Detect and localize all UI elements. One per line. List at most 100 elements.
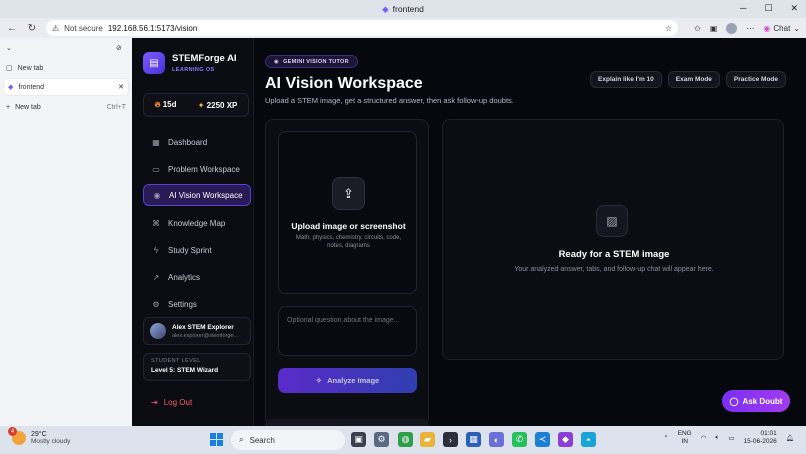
collections-icon[interactable]: ▣ <box>710 24 718 33</box>
not-secure-label: Not secure <box>64 23 103 33</box>
student-level-card: STUDENT LEVEL Level 5: STEM Wizard <box>143 353 251 381</box>
battery-icon[interactable]: ▭ <box>728 434 734 442</box>
chat-button[interactable]: ◉ Chat ⌄ <box>763 24 800 33</box>
gemini-badge: ◉ GEMINI VISION TUTOR <box>265 55 358 68</box>
unpin-icon[interactable]: ⊘ <box>116 44 122 52</box>
new-tab-button[interactable]: + New tab Ctrl+T <box>6 104 126 111</box>
address-bar-row: ← ↻ ⚠ Not secure 192.168.56.1:5173/visio… <box>0 18 806 38</box>
vscode-icon[interactable]: ≺ <box>535 432 550 447</box>
more-icon[interactable]: ⋯ <box>746 24 754 33</box>
weather-icon: 4 <box>8 427 26 445</box>
copilot-app-icon[interactable]: ◐ <box>489 432 504 447</box>
streak-value: 15d <box>162 100 177 109</box>
notifications-icon[interactable]: 🔔︎ <box>786 434 794 442</box>
lightning-icon: ϟ <box>153 245 159 255</box>
logout-label: Log Out <box>163 398 193 407</box>
terminal-icon[interactable]: › <box>443 432 458 447</box>
tab-label: frontend <box>18 83 45 91</box>
level-value: Level 5: STEM Wizard <box>151 367 219 374</box>
vertical-tabs-panel: ⌄ ⊘ ▢ New tab ◆ frontend ✕ + New tab Ctr… <box>0 38 132 426</box>
wifi-icon[interactable]: ◠ <box>701 434 707 442</box>
explain-like-10-button[interactable]: Explain like I'm 10 <box>590 71 662 88</box>
logout-button[interactable]: ⇥ Log Out <box>151 398 192 407</box>
document-icon: ▭ <box>152 164 160 174</box>
nav-study-sprint[interactable]: ϟ Study Sprint <box>143 239 251 261</box>
flame-icon: 🔥︎ <box>154 100 161 109</box>
new-tab-label: New tab <box>15 104 41 111</box>
language-indicator[interactable]: ENG IN <box>678 430 692 446</box>
analyze-label: Analyze Image <box>327 376 380 385</box>
user-card[interactable]: Alex STEM Explorer alex.explorer@stemfor… <box>143 317 251 345</box>
sparkle-icon: ✦ <box>197 100 205 110</box>
url-text: 192.168.56.1:5173/vision <box>107 23 198 33</box>
tab-item-frontend[interactable]: ◆ frontend ✕ <box>4 79 128 95</box>
nav-dashboard[interactable]: ▦ Dashboard <box>143 131 251 153</box>
network-icon: ⌘ <box>152 218 160 228</box>
weather-badge: 4 <box>8 427 17 436</box>
eye-icon: ◉ <box>274 58 280 65</box>
edge-icon[interactable]: ◓ <box>581 432 596 447</box>
upload-icon: ⇪ <box>332 177 365 210</box>
nav-settings[interactable]: ⚙ Settings <box>143 293 251 315</box>
nav-knowledge-map[interactable]: ⌘ Knowledge Map <box>143 212 251 234</box>
start-button[interactable] <box>210 433 223 446</box>
upload-description: Math, physics, chemistry, circuits, code… <box>295 235 402 249</box>
profile-icon[interactable] <box>726 22 738 34</box>
taskbar-search[interactable]: ⌕ Search <box>231 430 345 450</box>
ask-doubt-button[interactable]: ◯ Ask Doubt <box>722 390 790 412</box>
file-explorer-icon[interactable]: ▰ <box>420 432 435 447</box>
clock[interactable]: 01:01 15-06-2026 <box>743 430 776 446</box>
app-icon[interactable]: ◆ <box>558 432 573 447</box>
task-view-icon[interactable]: ▣ <box>351 432 366 447</box>
tabs-menu-icon[interactable]: ⌄ <box>6 44 12 52</box>
maximize-icon[interactable]: ☐ <box>764 3 772 14</box>
copilot-icon: ◉ <box>763 23 771 33</box>
sparkle-icon: ✧ <box>315 376 323 385</box>
clock-date: 15-06-2026 <box>743 438 777 445</box>
url-field[interactable]: ⚠ Not secure 192.168.56.1:5173/vision ☆ <box>46 20 679 36</box>
nav-analytics[interactable]: ↗ Analytics <box>143 266 251 288</box>
result-card: ▨ Ready for a STEM image Your analyzed a… <box>442 119 784 360</box>
app-logo-icon: ◆ <box>382 3 389 14</box>
mode-buttons: Explain like I'm 10 Exam Mode Practice M… <box>590 71 786 88</box>
tab-label: New tab <box>17 64 44 72</box>
practice-mode-button[interactable]: Practice Mode <box>725 71 786 88</box>
page-subtitle: Upload a STEM image, get a structured an… <box>265 96 514 105</box>
user-name: Alex STEM Explorer <box>172 323 234 331</box>
favorites-icon[interactable]: ✩ <box>694 24 701 33</box>
window-titlebar: ◆ frontend ─ ☐ ✕ <box>0 0 806 18</box>
xp-value: 2250 XP <box>206 100 238 110</box>
store-icon[interactable]: ▦ <box>466 432 481 447</box>
exam-mode-button[interactable]: Exam Mode <box>667 71 720 88</box>
upload-dropzone[interactable]: ⇪ Upload image or screenshot Math, physi… <box>278 131 417 294</box>
app-logo-icon: ◆ <box>8 84 14 91</box>
volume-icon[interactable]: 🔈︎ <box>715 434 719 442</box>
clock-time: 01:01 <box>760 430 777 437</box>
analyze-image-button[interactable]: ✧ Analyze Image <box>278 368 417 393</box>
next-card-edge <box>265 419 429 426</box>
nav-label: Settings <box>168 299 197 309</box>
chart-icon: ↗ <box>152 272 160 282</box>
user-email: alex.explorer@stemforge... <box>172 332 239 339</box>
whatsapp-icon[interactable]: ✆ <box>512 432 527 447</box>
page-icon: ▢ <box>6 65 13 72</box>
input-card: ⇪ Upload image or screenshot Math, physi… <box>265 119 429 426</box>
nav-problem-workspace[interactable]: ▭ Problem Workspace <box>143 158 251 180</box>
back-icon[interactable]: ← <box>6 23 18 34</box>
nav-ai-vision-workspace[interactable]: ◉ AI Vision Workspace <box>143 184 251 206</box>
weather-widget[interactable]: 4 29°C Mostly cloudy <box>8 427 70 445</box>
tab-item-new-tab[interactable]: ▢ New tab <box>6 64 44 73</box>
eye-icon: ◉ <box>153 190 161 200</box>
close-tab-icon[interactable]: ✕ <box>118 83 124 91</box>
minimize-icon[interactable]: ─ <box>740 3 746 14</box>
nav-label: AI Vision Workspace <box>169 190 243 200</box>
question-input[interactable] <box>278 306 417 356</box>
chevron-up-icon[interactable]: ⌃ <box>663 434 668 442</box>
taskbar: 4 29°C Mostly cloudy ⌕ Search ▣ ⚙ ◍ ▰ › … <box>0 426 806 454</box>
star-icon[interactable]: ☆ <box>665 24 672 33</box>
chrome-icon[interactable]: ◍ <box>398 432 413 447</box>
refresh-icon[interactable]: ↻ <box>26 23 38 34</box>
close-window-icon[interactable]: ✕ <box>790 3 798 14</box>
book-icon: ▤ <box>143 52 165 74</box>
settings-app-icon[interactable]: ⚙ <box>374 432 389 447</box>
